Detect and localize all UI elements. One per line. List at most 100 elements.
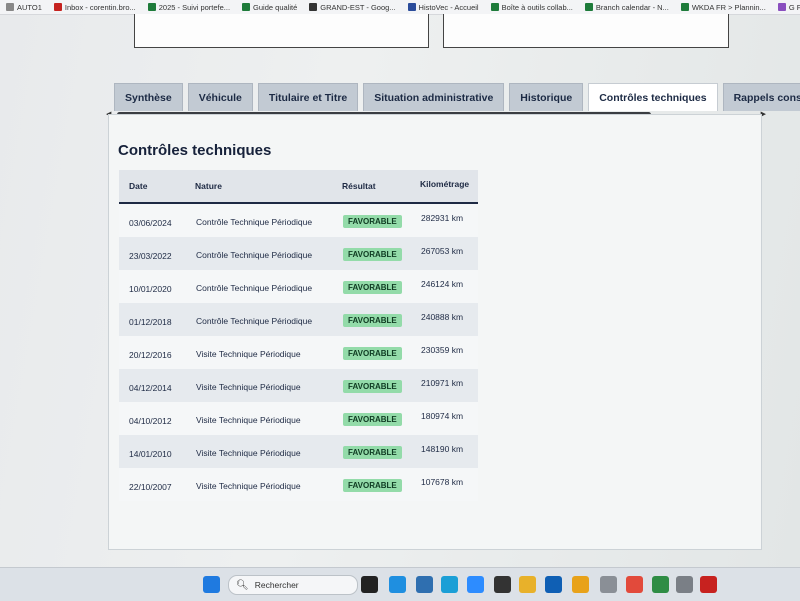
- acrobat-icon[interactable]: [700, 576, 717, 593]
- windows-start-icon[interactable]: [203, 576, 220, 593]
- folder-icon[interactable]: [519, 576, 536, 593]
- search-icon: 🔍︎: [236, 579, 249, 591]
- bookmark-item[interactable]: WKDA FR > Plannin...: [675, 3, 772, 12]
- header-result: Résultat: [342, 181, 376, 191]
- bookmark-item[interactable]: Inbox - corentin.bro...: [48, 3, 142, 12]
- tab-5[interactable]: Contrôles techniques: [588, 83, 718, 111]
- table-row: 04/10/2012 Visite Technique Périodique FAV…: [119, 402, 478, 435]
- table-row: 10/01/2020 Contrôle Technique Périodique F…: [119, 270, 478, 303]
- header-date: Date: [129, 181, 148, 191]
- row-mileage: 282931 km: [421, 213, 464, 223]
- row-date: 10/01/2020: [129, 284, 172, 294]
- result-badge: FAVORABLE: [343, 347, 402, 360]
- bookmark-icon: [309, 3, 318, 11]
- bookmark-label: Guide qualité: [253, 2, 298, 12]
- result-badge: FAVORABLE: [343, 380, 402, 393]
- result-badge: FAVORABLE: [343, 314, 402, 327]
- bookmark-item[interactable]: Boîte à outils collab...: [485, 3, 579, 12]
- tab-1[interactable]: Véhicule: [187, 83, 253, 111]
- sticky-notes-icon[interactable]: [494, 576, 511, 593]
- tab-2[interactable]: Titulaire et Titre: [257, 83, 359, 111]
- bookmark-item[interactable]: GRAND-EST - Goog...: [303, 3, 401, 12]
- top-card-right: [443, 14, 729, 48]
- table-row: 22/10/2007 Visite Technique Périodique FAV…: [119, 468, 478, 501]
- result-badge: FAVORABLE: [343, 248, 402, 261]
- chrome-icon[interactable]: [572, 576, 589, 593]
- controls-table: Date Nature Résultat Kilométrage 03/06/2…: [119, 170, 478, 501]
- bookmark-label: G FORM Contrats a: [788, 2, 800, 12]
- chrome-badge-icon[interactable]: [652, 576, 669, 593]
- settings-icon[interactable]: [676, 576, 693, 593]
- row-mileage: 240888 km: [421, 312, 464, 322]
- header-mileage: Kilométrage: [420, 179, 470, 189]
- bookmark-label: HistoVec - Accueil: [418, 2, 479, 12]
- row-mileage: 107678 km: [421, 477, 464, 487]
- row-mileage: 246124 km: [421, 279, 464, 289]
- section-title: Contrôles techniques: [118, 142, 272, 159]
- bookmark-icon: [777, 3, 786, 11]
- bookmark-label: WKDA FR > Plannin...: [691, 2, 766, 12]
- taskbar: 🔍︎ Rechercher: [0, 567, 800, 601]
- edge-icon[interactable]: [441, 576, 458, 593]
- row-nature: Contrôle Technique Périodique: [196, 250, 313, 260]
- row-date: 03/06/2024: [129, 218, 172, 228]
- bookmark-item[interactable]: 2025 - Suivi portefe...: [142, 3, 236, 12]
- zoom-icon[interactable]: [467, 576, 484, 593]
- table-header: Date Nature Résultat Kilométrage: [119, 170, 478, 204]
- table-row: 14/01/2010 Visite Technique Périodique FAV…: [119, 435, 478, 468]
- header-nature: Nature: [195, 181, 222, 191]
- tab-bar: Synthèse Véhicule Titulaire et Titre Situat…: [114, 83, 800, 111]
- row-nature: Visite Technique Périodique: [196, 481, 301, 491]
- bookmark-label: 2025 - Suivi portefe...: [158, 2, 231, 12]
- result-badge: FAVORABLE: [343, 479, 402, 492]
- row-mileage: 267053 km: [421, 246, 464, 256]
- row-date: 22/10/2007: [129, 482, 172, 492]
- row-nature: Visite Technique Périodique: [196, 415, 301, 425]
- row-nature: Contrôle Technique Périodique: [196, 283, 313, 293]
- result-badge: FAVORABLE: [343, 281, 402, 294]
- bookmark-icon: [242, 3, 251, 11]
- row-date: 04/10/2012: [129, 416, 172, 426]
- bookmark-item[interactable]: AUTO1: [0, 3, 48, 12]
- table-row: 04/12/2014 Visite Technique Périodique FAV…: [119, 369, 478, 402]
- bookmark-label: Boîte à outils collab...: [501, 2, 573, 12]
- table-row: 03/06/2024 Contrôle Technique Périodique F…: [119, 204, 478, 237]
- notepad-icon[interactable]: [416, 576, 433, 593]
- bookmarks-bar: AUTO1 Inbox - corentin.bro... 2025 - Suivi…: [0, 0, 800, 15]
- bookmark-label: Branch calendar - N...: [595, 2, 669, 12]
- row-nature: Contrôle Technique Périodique: [196, 316, 313, 326]
- tab-6[interactable]: Rappels constructeur: [722, 83, 800, 111]
- bookmark-icon: [407, 3, 416, 11]
- bookmark-item[interactable]: Branch calendar - N...: [579, 3, 675, 12]
- printer-icon[interactable]: [600, 576, 617, 593]
- row-nature: Visite Technique Périodique: [196, 349, 301, 359]
- bookmark-label: GRAND-EST - Goog...: [320, 2, 396, 12]
- tab-0[interactable]: Synthèse: [114, 83, 183, 111]
- tab-4[interactable]: Historique: [509, 83, 584, 111]
- bookmark-item[interactable]: Guide qualité: [236, 3, 303, 12]
- table-body: 03/06/2024 Contrôle Technique Périodique F…: [119, 204, 478, 501]
- tab-3[interactable]: Situation administrative: [363, 83, 505, 111]
- row-date: 01/12/2018: [129, 317, 172, 327]
- row-mileage: 230359 km: [421, 345, 464, 355]
- bookmark-item[interactable]: HistoVec - Accueil: [402, 3, 485, 12]
- result-badge: FAVORABLE: [343, 413, 402, 426]
- bookmark-icon: [6, 3, 14, 11]
- bookmark-icon: [584, 3, 593, 11]
- row-mileage: 148190 km: [421, 444, 464, 454]
- table-row: 20/12/2016 Visite Technique Périodique FAV…: [119, 336, 478, 369]
- outlook-icon[interactable]: [545, 576, 562, 593]
- row-mileage: 180974 km: [421, 411, 464, 421]
- bookmark-icon: [490, 3, 499, 11]
- file-icon[interactable]: [361, 576, 378, 593]
- bookmark-item[interactable]: G FORM Contrats a: [772, 3, 800, 12]
- bookmark-label: Inbox - corentin.bro...: [64, 2, 136, 12]
- skype-icon[interactable]: [389, 576, 406, 593]
- search-placeholder: Rechercher: [254, 580, 299, 590]
- result-badge: FAVORABLE: [343, 446, 402, 459]
- taskbar-search[interactable]: 🔍︎ Rechercher: [228, 575, 358, 595]
- row-nature: Visite Technique Périodique: [196, 448, 301, 458]
- bookmark-icon: [680, 3, 689, 11]
- chrome-icon-2[interactable]: [626, 576, 643, 593]
- row-date: 04/12/2014: [129, 383, 172, 393]
